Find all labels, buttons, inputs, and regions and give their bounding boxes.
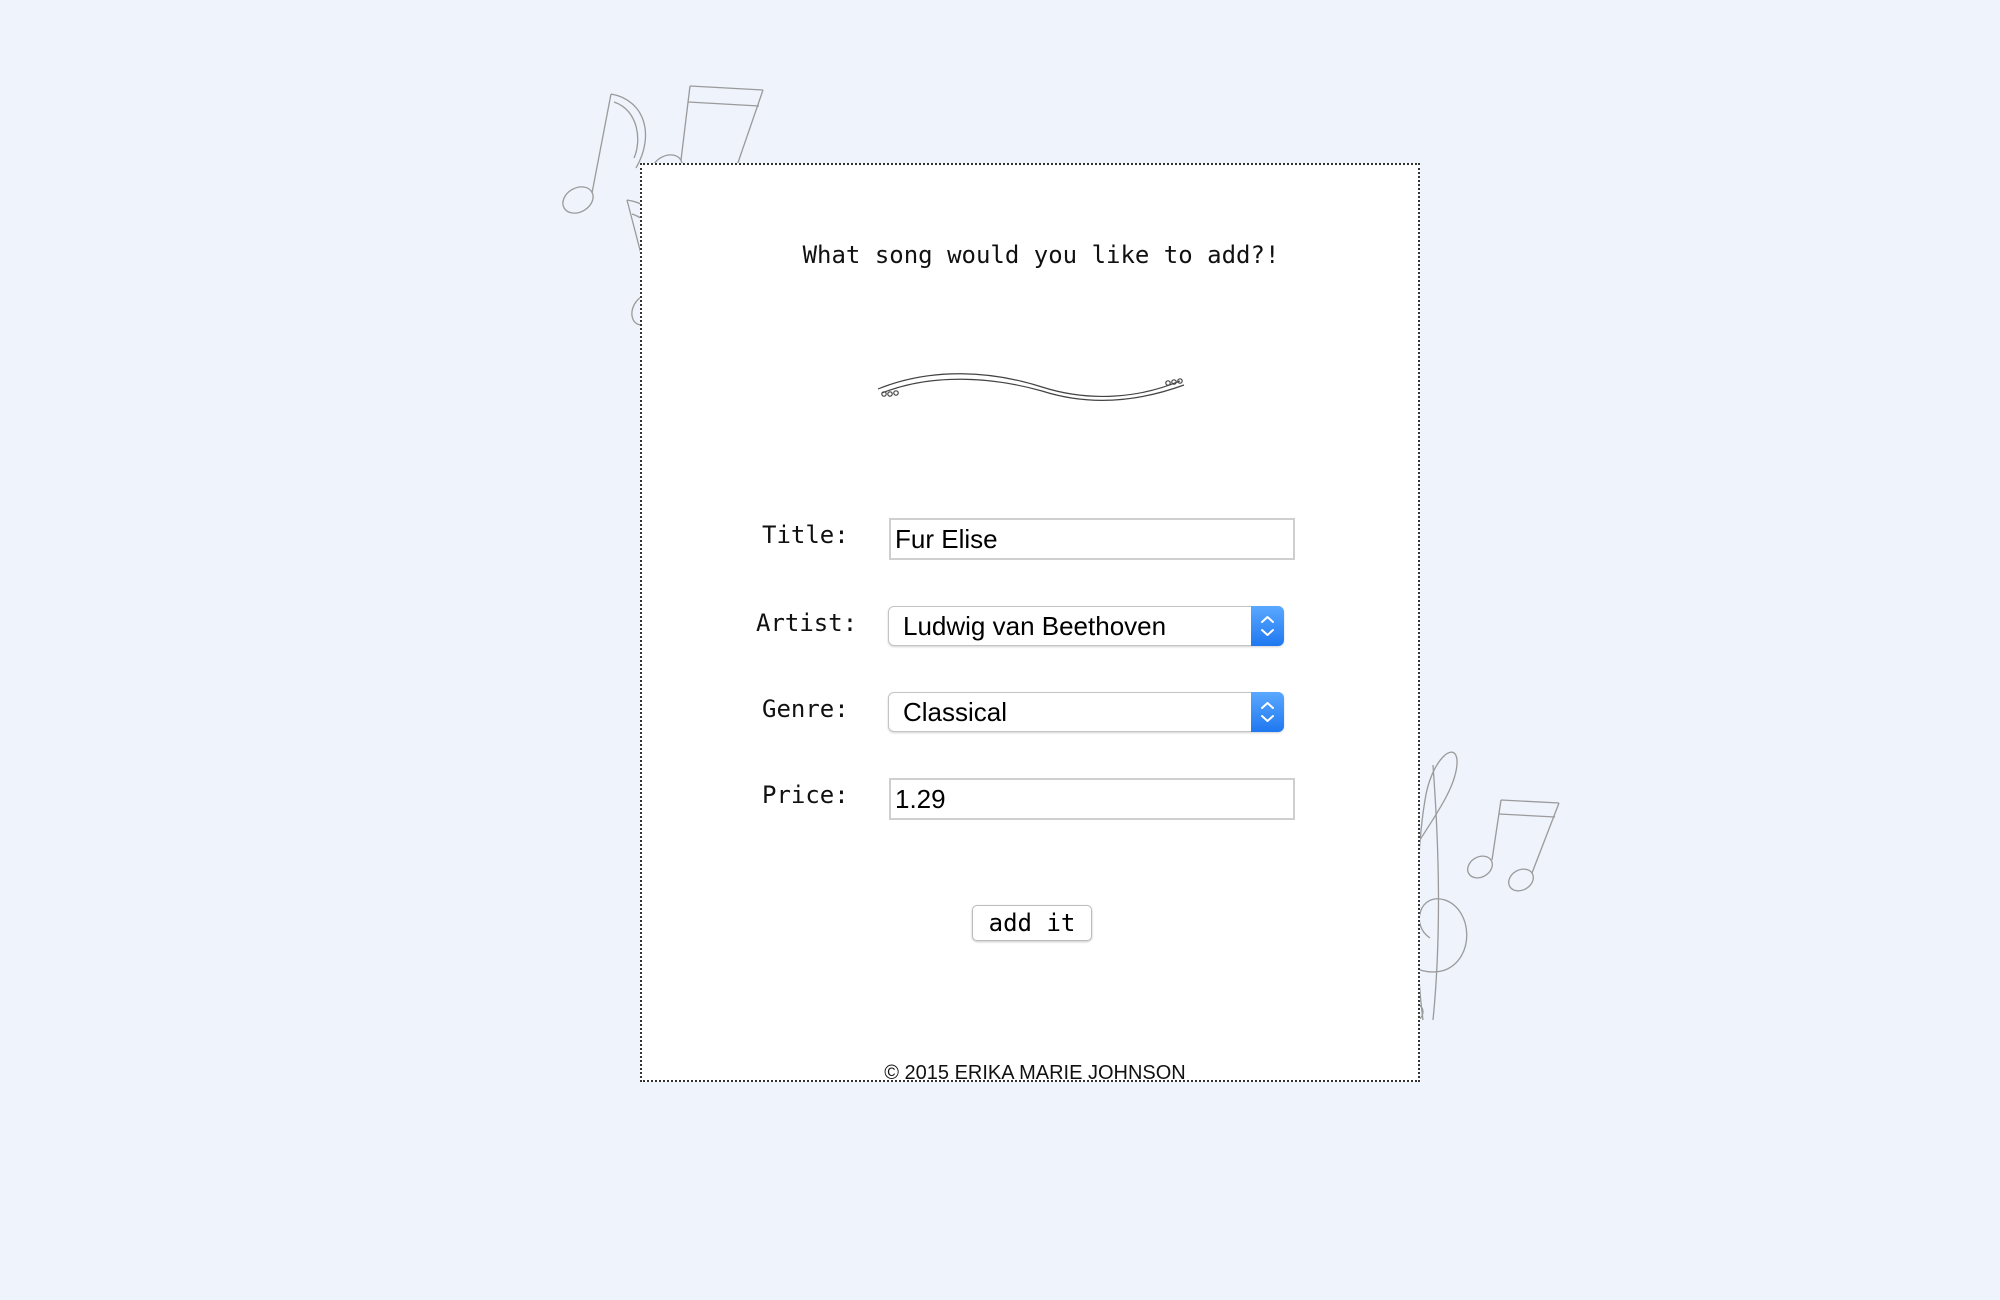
- genre-select[interactable]: Classical: [888, 692, 1284, 732]
- copyright-footer: © 2015 ERIKA MARIE JOHNSON: [884, 1062, 1186, 1084]
- genre-label: Genre:: [762, 695, 849, 723]
- price-label: Price:: [762, 781, 849, 809]
- price-input[interactable]: [889, 778, 1295, 820]
- artist-label: Artist:: [756, 609, 858, 637]
- title-input[interactable]: [889, 518, 1295, 560]
- genre-select-value: Classical: [903, 697, 1008, 727]
- artist-select-value: Ludwig van Beethoven: [903, 611, 1167, 641]
- title-label: Title:: [762, 521, 849, 549]
- add-song-card: What song would you like to add?! Title:…: [640, 163, 1420, 1084]
- flourish-divider-icon: [877, 373, 1185, 401]
- select-stepper-icon: [1251, 692, 1284, 732]
- select-stepper-icon: [1251, 606, 1284, 646]
- add-it-button[interactable]: add it: [972, 905, 1092, 941]
- artist-select[interactable]: Ludwig van Beethoven: [888, 606, 1284, 646]
- page-title: What song would you like to add?!: [802, 241, 1280, 269]
